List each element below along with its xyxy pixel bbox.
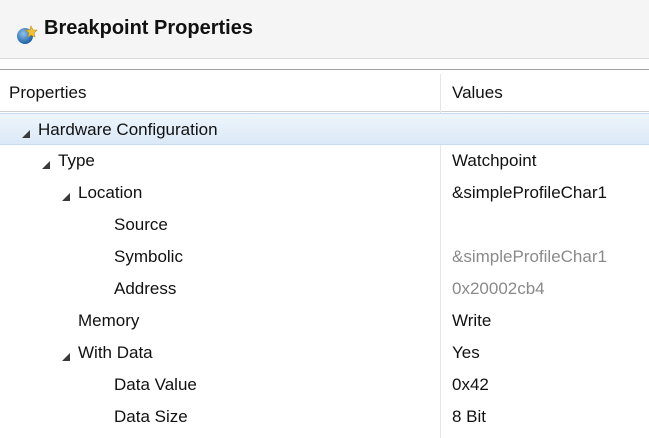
table-row-data-size[interactable]: Data Size 8 Bit	[0, 401, 649, 433]
table-row-with-data[interactable]: With Data Yes	[0, 337, 649, 369]
table-header: Properties Values	[0, 74, 649, 112]
breakpoint-properties-icon	[16, 24, 38, 44]
property-value[interactable]: 8 Bit	[452, 407, 649, 427]
property-label: Location	[78, 183, 143, 202]
expand-triangle-icon[interactable]	[21, 126, 31, 144]
property-value: 0x20002cb4	[452, 279, 545, 298]
column-header-properties[interactable]: Properties	[9, 83, 86, 103]
property-value[interactable]: &simpleProfileChar1	[452, 183, 649, 203]
property-value: &simpleProfileChar1	[452, 247, 607, 266]
property-value[interactable]: Watchpoint	[452, 151, 649, 171]
property-label: Data Size	[114, 407, 188, 426]
table-row-hardware-configuration[interactable]: Hardware Configuration	[0, 113, 649, 145]
table-top-border	[0, 69, 649, 70]
table-row-data-value[interactable]: Data Value 0x42	[0, 369, 649, 401]
property-label: Source	[114, 215, 168, 234]
properties-table[interactable]: Properties Values Hardware Configuration…	[0, 69, 649, 438]
expand-triangle-icon[interactable]	[41, 157, 51, 175]
property-label: With Data	[78, 343, 153, 362]
table-row-address[interactable]: Address 0x20002cb4	[0, 273, 649, 305]
title-separator	[0, 58, 649, 59]
table-row-symbolic[interactable]: Symbolic &simpleProfileChar1	[0, 241, 649, 273]
dialog-title-bar: Breakpoint Properties	[0, 0, 649, 58]
property-label: Symbolic	[114, 247, 183, 266]
expand-triangle-icon[interactable]	[61, 189, 71, 207]
table-row-location[interactable]: Location &simpleProfileChar1	[0, 177, 649, 209]
property-label: Memory	[78, 311, 140, 330]
dialog-title: Breakpoint Properties	[44, 17, 253, 39]
property-label: Type	[58, 151, 95, 170]
column-header-values[interactable]: Values	[452, 83, 503, 103]
expand-triangle-icon[interactable]	[61, 349, 71, 367]
table-row-source[interactable]: Source	[0, 209, 649, 241]
property-label: Data Value	[114, 375, 197, 394]
table-row-type[interactable]: Type Watchpoint	[0, 145, 649, 177]
property-label: Hardware Configuration	[38, 120, 218, 139]
property-value[interactable]: Write	[452, 311, 649, 331]
table-row-memory[interactable]: Memory Write	[0, 305, 649, 337]
property-value[interactable]: 0x42	[452, 375, 649, 395]
property-label: Address	[114, 279, 177, 298]
property-value[interactable]: Yes	[452, 343, 649, 363]
